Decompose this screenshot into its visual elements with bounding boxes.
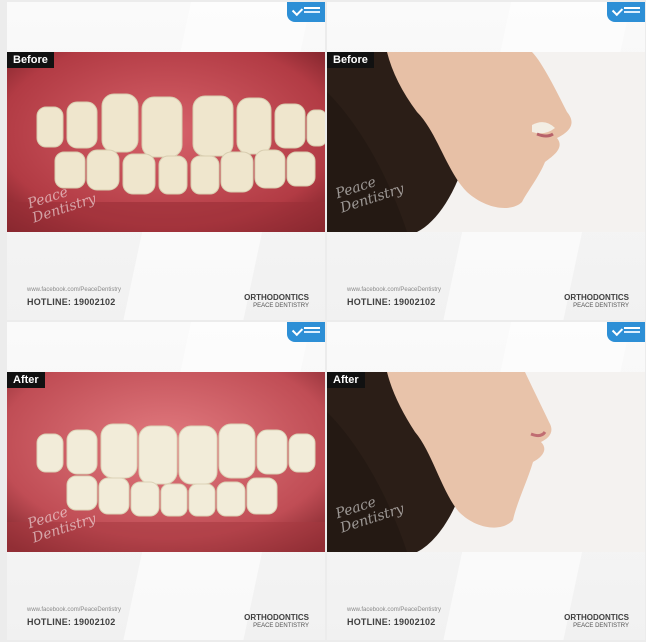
hotline: HOTLINE: 19002102 <box>27 617 116 627</box>
peace-dentistry-logo-icon <box>287 322 325 342</box>
service-name: ORTHODONTICS <box>244 613 309 622</box>
tile-footer: www.facebook.com/PeaceDentistry HOTLINE:… <box>327 600 645 640</box>
tile-teeth-after: After Peace Dentistry www.facebook.com/Pe… <box>7 322 325 640</box>
tile-profile-after: After Peace Dentistry www.facebook.com/Pe… <box>327 322 645 640</box>
peace-dentistry-logo-icon <box>607 322 645 342</box>
before-label: Before <box>327 52 374 68</box>
clinic-name: PEACE DENTISTRY <box>573 303 629 309</box>
hotline: HOTLINE: 19002102 <box>347 617 436 627</box>
clinic-name: PEACE DENTISTRY <box>253 623 309 629</box>
service-name: ORTHODONTICS <box>564 293 629 302</box>
hotline: HOTLINE: 19002102 <box>347 297 436 307</box>
tile-profile-before: Before Peace Dentistry www.facebook.com/P… <box>327 2 645 320</box>
profile-photo-after: After Peace Dentistry <box>327 372 645 552</box>
tile-footer: www.facebook.com/PeaceDentistry HOTLINE:… <box>327 280 645 320</box>
after-label: After <box>327 372 365 388</box>
tile-footer: www.facebook.com/PeaceDentistry HOTLINE:… <box>7 280 325 320</box>
facebook-link: www.facebook.com/PeaceDentistry <box>347 607 442 613</box>
peace-dentistry-logo-icon <box>287 2 325 22</box>
clinic-name: PEACE DENTISTRY <box>573 623 629 629</box>
tile-footer: www.facebook.com/PeaceDentistry HOTLINE:… <box>7 600 325 640</box>
profile-photo-before: Before Peace Dentistry <box>327 52 645 232</box>
before-after-grid: Before Peace Dentistry www.facebook.com/P… <box>7 2 645 642</box>
facebook-link: www.facebook.com/PeaceDentistry <box>27 607 122 613</box>
service-name: ORTHODONTICS <box>244 293 309 302</box>
tile-teeth-before: Before Peace Dentistry www.facebook.com/P… <box>7 2 325 320</box>
peace-dentistry-logo-icon <box>607 2 645 22</box>
hotline: HOTLINE: 19002102 <box>27 297 116 307</box>
teeth-photo-after: After Peace Dentistry <box>7 372 325 552</box>
teeth-photo-before: Before Peace Dentistry <box>7 52 325 232</box>
service-name: ORTHODONTICS <box>564 613 629 622</box>
clinic-name: PEACE DENTISTRY <box>253 303 309 309</box>
facebook-link: www.facebook.com/PeaceDentistry <box>347 287 442 293</box>
before-label: Before <box>7 52 54 68</box>
after-label: After <box>7 372 45 388</box>
facebook-link: www.facebook.com/PeaceDentistry <box>27 287 122 293</box>
